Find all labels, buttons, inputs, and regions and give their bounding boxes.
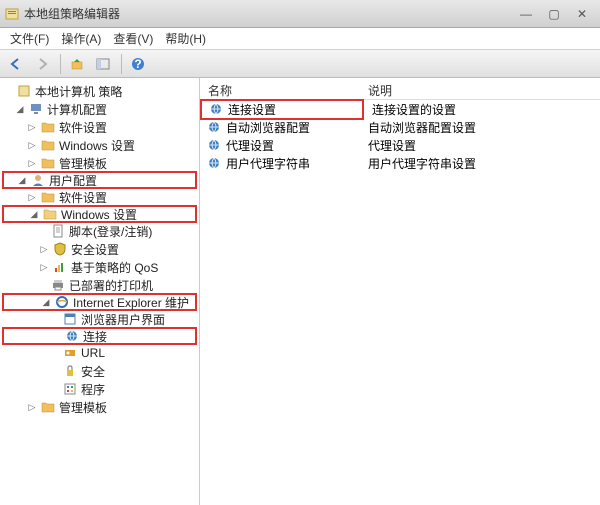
expand-icon[interactable]: ▷ bbox=[26, 157, 38, 169]
collapse-icon[interactable]: ◢ bbox=[28, 208, 40, 220]
list-item-user-agent[interactable]: 用户代理字符串 用户代理字符串设置 bbox=[200, 154, 600, 172]
connection-icon bbox=[64, 329, 80, 343]
user-icon bbox=[30, 173, 46, 187]
chart-icon bbox=[52, 260, 68, 274]
expand-icon[interactable]: ▷ bbox=[26, 139, 38, 151]
column-header: 名称 说明 bbox=[200, 78, 600, 100]
show-hide-tree-button[interactable] bbox=[91, 52, 115, 76]
expand-icon[interactable]: ▷ bbox=[26, 121, 38, 133]
policy-icon bbox=[16, 84, 32, 98]
globe-icon bbox=[204, 120, 224, 134]
script-icon bbox=[50, 224, 66, 238]
collapse-icon[interactable]: ◢ bbox=[16, 174, 28, 186]
tree-uc-scripts[interactable]: 脚本(登录/注销) bbox=[2, 222, 197, 240]
expand-icon[interactable]: ▷ bbox=[26, 401, 38, 413]
computer-icon bbox=[28, 102, 44, 116]
shield-icon bbox=[52, 242, 68, 256]
tree-uc-qos[interactable]: ▷ 基于策略的 QoS bbox=[2, 258, 197, 276]
list-item-proxy[interactable]: 代理设置 代理设置 bbox=[200, 136, 600, 154]
globe-icon bbox=[206, 102, 226, 116]
tree-uc-windows[interactable]: ◢ Windows 设置 bbox=[2, 205, 197, 223]
item-desc: 连接设置的设置 bbox=[364, 101, 600, 118]
toolbar-separator bbox=[60, 54, 61, 74]
folder-icon bbox=[40, 190, 56, 204]
tree-cc-software[interactable]: ▷ 软件设置 bbox=[2, 118, 197, 136]
globe-icon bbox=[204, 156, 224, 170]
url-icon bbox=[62, 346, 78, 360]
col-name[interactable]: 名称 bbox=[200, 78, 360, 99]
tree-user-config[interactable]: ◢ 用户配置 bbox=[2, 171, 197, 189]
tree-uc-software[interactable]: ▷ 软件设置 bbox=[2, 188, 197, 206]
menu-bar: 文件(F) 操作(A) 查看(V) 帮助(H) bbox=[0, 28, 600, 50]
tree-uc-ie-sec[interactable]: 安全 bbox=[2, 362, 197, 380]
folder-icon bbox=[40, 400, 56, 414]
item-desc: 用户代理字符串设置 bbox=[360, 155, 600, 172]
tree-uc-ie-ui[interactable]: 浏览器用户界面 bbox=[2, 310, 197, 328]
tree-cc-templates[interactable]: ▷ 管理模板 bbox=[2, 154, 197, 172]
back-button[interactable] bbox=[4, 52, 28, 76]
maximize-button[interactable]: ▢ bbox=[540, 5, 568, 23]
folder-open-icon bbox=[42, 207, 58, 221]
close-button[interactable]: ✕ bbox=[568, 5, 596, 23]
tree-cc-windows[interactable]: ▷ Windows 设置 bbox=[2, 136, 197, 154]
tree-pane[interactable]: 本地计算机 策略 ◢ 计算机配置 ▷ 软件设置 ▷ Windows 设置 ▷ 管… bbox=[0, 78, 200, 505]
expand-icon[interactable]: ▷ bbox=[38, 243, 50, 255]
tree-uc-security[interactable]: ▷ 安全设置 bbox=[2, 240, 197, 258]
menu-file[interactable]: 文件(F) bbox=[4, 28, 55, 49]
list-item-auto-browser[interactable]: 自动浏览器配置 自动浏览器配置设置 bbox=[200, 118, 600, 136]
folder-icon bbox=[40, 138, 56, 152]
window-title: 本地组策略编辑器 bbox=[24, 5, 512, 22]
item-name: 自动浏览器配置 bbox=[224, 119, 360, 136]
collapse-icon[interactable]: ◢ bbox=[40, 296, 52, 308]
item-desc: 代理设置 bbox=[360, 137, 600, 154]
tree-uc-ie-prog[interactable]: 程序 bbox=[2, 380, 197, 398]
app-icon bbox=[4, 6, 20, 22]
main-split: 本地计算机 策略 ◢ 计算机配置 ▷ 软件设置 ▷ Windows 设置 ▷ 管… bbox=[0, 78, 600, 505]
folder-icon bbox=[40, 120, 56, 134]
col-desc[interactable]: 说明 bbox=[360, 78, 600, 99]
window-icon bbox=[62, 312, 78, 326]
lock-icon bbox=[62, 364, 78, 378]
toolbar: ? bbox=[0, 50, 600, 78]
expander-icon[interactable] bbox=[2, 85, 14, 97]
printer-icon bbox=[50, 278, 66, 292]
ie-icon bbox=[54, 295, 70, 309]
tree-uc-ie-conn[interactable]: 连接 bbox=[2, 327, 197, 345]
expand-icon[interactable]: ▷ bbox=[26, 191, 38, 203]
tree-uc-ie-url[interactable]: URL bbox=[2, 344, 197, 362]
menu-help[interactable]: 帮助(H) bbox=[159, 28, 212, 49]
item-name: 用户代理字符串 bbox=[224, 155, 360, 172]
tree-root[interactable]: 本地计算机 策略 bbox=[2, 82, 197, 100]
item-desc: 自动浏览器配置设置 bbox=[360, 119, 600, 136]
expand-icon[interactable]: ▷ bbox=[38, 261, 50, 273]
list-item-connection-settings[interactable]: 连接设置 连接设置的设置 bbox=[200, 100, 600, 118]
minimize-button[interactable]: — bbox=[512, 5, 540, 23]
tree-uc-templates[interactable]: ▷ 管理模板 bbox=[2, 398, 197, 416]
list-pane[interactable]: 名称 说明 连接设置 连接设置的设置 自动浏览器配置 自动浏览器配置设置 代理设… bbox=[200, 78, 600, 505]
forward-button[interactable] bbox=[30, 52, 54, 76]
up-button[interactable] bbox=[65, 52, 89, 76]
collapse-icon[interactable]: ◢ bbox=[14, 103, 26, 115]
folder-icon bbox=[40, 156, 56, 170]
tree-computer-config[interactable]: ◢ 计算机配置 bbox=[2, 100, 197, 118]
globe-icon bbox=[204, 138, 224, 152]
program-icon bbox=[62, 382, 78, 396]
title-bar: 本地组策略编辑器 — ▢ ✕ bbox=[0, 0, 600, 28]
help-button[interactable]: ? bbox=[126, 52, 150, 76]
menu-action[interactable]: 操作(A) bbox=[55, 28, 107, 49]
tree-uc-ie[interactable]: ◢ Internet Explorer 维护 bbox=[2, 293, 197, 311]
item-name: 连接设置 bbox=[226, 101, 362, 118]
menu-view[interactable]: 查看(V) bbox=[107, 28, 159, 49]
tree-uc-printers[interactable]: 已部署的打印机 bbox=[2, 276, 197, 294]
toolbar-separator bbox=[121, 54, 122, 74]
svg-text:?: ? bbox=[134, 57, 141, 71]
item-name: 代理设置 bbox=[224, 137, 360, 154]
